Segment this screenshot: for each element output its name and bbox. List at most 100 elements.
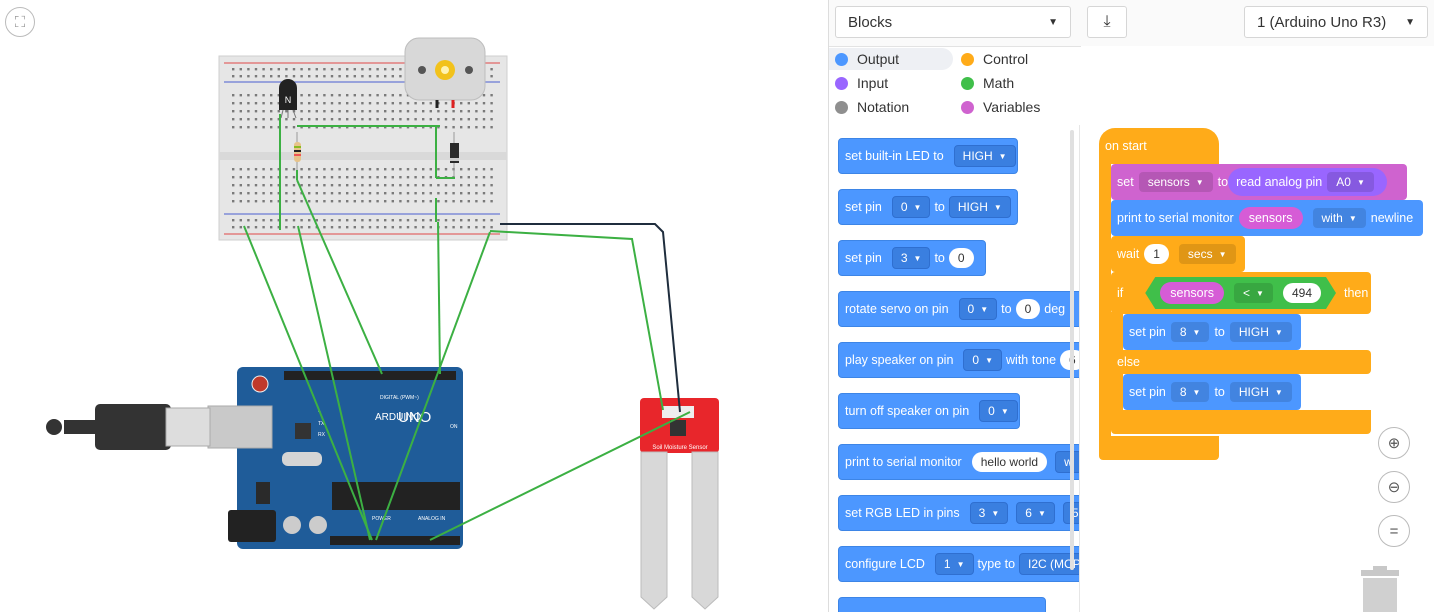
block-play-speaker[interactable]: play speaker on pin 0▼ with tone 6 (838, 342, 1079, 378)
circuit-canvas[interactable]: ⛶ N ARDUINO UNO DIGITAL (PWM~) POWER ANA… (0, 0, 828, 612)
block-label: print to serial monitor (1117, 211, 1234, 225)
dropdown[interactable]: 6 ▼ (1016, 502, 1055, 524)
device-select[interactable]: 1 (Arduino Uno R3) ▼ (1244, 6, 1428, 38)
code-workspace[interactable]: on start set sensors ▼ to read analog pin… (1081, 46, 1434, 612)
chevron-down-icon: ▼ (1405, 16, 1415, 28)
dropdown[interactable]: 3 ▼ (969, 502, 1009, 524)
circuit-drawing: N ARDUINO UNO DIGITAL (PWM~) POWER ANALO… (46, 37, 719, 610)
block-turn-off-speaker[interactable]: turn off speaker on pin 0 ▼ (838, 393, 1020, 429)
dropdown[interactable]: 0 ▼ (891, 196, 931, 218)
text-input[interactable]: hello world (971, 452, 1048, 472)
block-print-serial[interactable]: print to serial monitor hello world w (838, 444, 1079, 480)
zoom-in-button[interactable]: ⊕ (1378, 427, 1410, 459)
trash-icon[interactable] (1359, 566, 1401, 612)
code-mode-select[interactable]: Blocks ▼ (835, 6, 1071, 38)
state-dropdown[interactable]: HIGH ▼ (1229, 382, 1292, 402)
category-control[interactable]: Control (955, 48, 1079, 70)
block-label: with tone (1006, 353, 1057, 367)
zoom-reset-button[interactable]: = (1378, 515, 1410, 547)
on-start-block[interactable]: on start (1099, 128, 1219, 164)
category-label: Variables (983, 99, 1041, 115)
category-notation[interactable]: Notation (829, 96, 953, 118)
category-variables[interactable]: Variables (955, 96, 1079, 118)
dropdown[interactable]: 3 ▼ (891, 247, 931, 269)
unit-dropdown[interactable]: secs ▼ (1178, 244, 1236, 264)
device-select-value: 1 (Arduino Uno R3) (1257, 13, 1387, 31)
block-set-rgb-led[interactable]: set RGB LED in pins 3 ▼ 6 ▼ 5 (838, 495, 1079, 531)
block-set-pin-digital[interactable]: set pin 0 ▼ to HIGH ▼ (838, 189, 1018, 225)
block-label: set pin (1129, 385, 1166, 399)
chevron-down-icon: ▼ (1048, 16, 1058, 28)
block-set-builtin-led[interactable]: set built-in LED to HIGH ▼ (838, 138, 1018, 174)
block-label: to (1214, 325, 1225, 339)
power-pins-label: POWER (372, 516, 391, 522)
category-label: Output (857, 51, 900, 67)
category-dot (961, 76, 974, 90)
newline-dropdown[interactable]: with ▼ (1312, 208, 1366, 228)
variable-pill[interactable]: sensors (1160, 282, 1224, 304)
soil-moisture-sensor[interactable]: Soil Moisture Sensor (640, 398, 719, 610)
block-print-lcd-partial[interactable] (838, 597, 1046, 612)
pin-dropdown[interactable]: A0 ▼ (1327, 172, 1374, 192)
category-dot (835, 100, 848, 114)
zoom-out-icon: ⊖ (1387, 479, 1401, 496)
else-label: else (1117, 355, 1140, 369)
number-input[interactable]: 0 (948, 248, 974, 268)
wait-block[interactable]: wait 1 secs ▼ (1111, 236, 1245, 272)
dc-motor[interactable] (404, 37, 486, 108)
block-rotate-servo[interactable]: rotate servo on pin 0 ▼ to 0 deg (838, 291, 1079, 327)
category-input[interactable]: Input (829, 72, 953, 94)
category-output[interactable]: Output (829, 48, 953, 70)
number-input[interactable]: 1 (1144, 244, 1169, 264)
set-variable-block[interactable]: set sensors ▼ to read analog pin A0 ▼ (1111, 164, 1407, 200)
read-analog-pin-block[interactable]: read analog pin A0 ▼ (1228, 168, 1387, 196)
category-dot (835, 76, 848, 90)
block-label: if (1117, 286, 1124, 300)
variable-dropdown[interactable]: sensors ▼ (1138, 172, 1213, 192)
if-else-block[interactable]: if sensors < ▼ 494 then (1111, 272, 1371, 314)
print-serial-block[interactable]: print to serial monitor sensors with ▼ ne… (1111, 200, 1423, 236)
block-label: play speaker on pin (845, 353, 954, 367)
if-footer (1111, 410, 1371, 434)
block-palette[interactable]: set built-in LED to HIGH ▼ set pin 0 ▼ to … (829, 125, 1080, 612)
dropdown[interactable]: 1 ▼ (934, 553, 974, 575)
else-branch: else (1111, 350, 1371, 374)
analog-pins-label: ANALOG IN (418, 516, 446, 522)
category-label: Math (983, 75, 1015, 91)
block-set-pin-analog[interactable]: set pin 3 ▼ to 0 (838, 240, 986, 276)
block-label: to (934, 200, 945, 214)
block-label: turn off speaker on pin (845, 404, 970, 418)
digital-pins-label: DIGITAL (PWM~) (380, 395, 419, 401)
state-dropdown[interactable]: HIGH ▼ (1229, 322, 1292, 342)
dropdown[interactable]: 0 ▼ (963, 349, 1003, 371)
sensor-label: Soil Moisture Sensor (652, 445, 707, 451)
download-code-button[interactable]: ⤓ (1087, 6, 1127, 38)
code-mode-value: Blocks (848, 13, 893, 31)
dropdown[interactable]: HIGH ▼ (953, 145, 1016, 167)
block-configure-lcd[interactable]: configure LCD 1 ▼ type to I2C (MCP (838, 546, 1079, 582)
dropdown[interactable]: 0 ▼ (979, 400, 1018, 422)
pin-dropdown[interactable]: 8 ▼ (1170, 382, 1210, 402)
dropdown[interactable]: HIGH ▼ (948, 196, 1011, 218)
block-label: to (1214, 385, 1225, 399)
category-math[interactable]: Math (955, 72, 1079, 94)
palette-scrollbar[interactable] (1070, 130, 1074, 570)
block-label: then (1344, 286, 1369, 300)
dropdown[interactable]: w (1055, 451, 1079, 473)
number-input[interactable]: 494 (1283, 283, 1321, 303)
else-set-pin-block[interactable]: set pin 8 ▼ to HIGH ▼ (1123, 374, 1301, 410)
code-toolbar: Blocks ▼ ⤓ 1 (Arduino Uno R3) ▼ (829, 0, 1434, 47)
compare-block[interactable]: sensors < ▼ 494 (1145, 277, 1336, 309)
zoom-out-button[interactable]: ⊖ (1378, 471, 1410, 503)
dropdown[interactable]: 0 ▼ (958, 298, 998, 320)
number-input[interactable]: 0 (1015, 299, 1041, 319)
arduino-uno-board[interactable]: ARDUINO UNO DIGITAL (PWM~) POWER ANALOG … (46, 367, 463, 549)
category-dot (961, 100, 974, 114)
pin-dropdown[interactable]: 8 ▼ (1170, 322, 1210, 342)
then-set-pin-block[interactable]: set pin 8 ▼ to HIGH ▼ (1123, 314, 1301, 350)
variable-pill[interactable]: sensors (1238, 207, 1303, 229)
block-categories: Output Control Input Math Notation Varia… (829, 46, 1079, 122)
transistor-label: N (285, 95, 292, 105)
operator-dropdown[interactable]: < ▼ (1234, 283, 1273, 303)
arduino-model: UNO (398, 409, 431, 426)
